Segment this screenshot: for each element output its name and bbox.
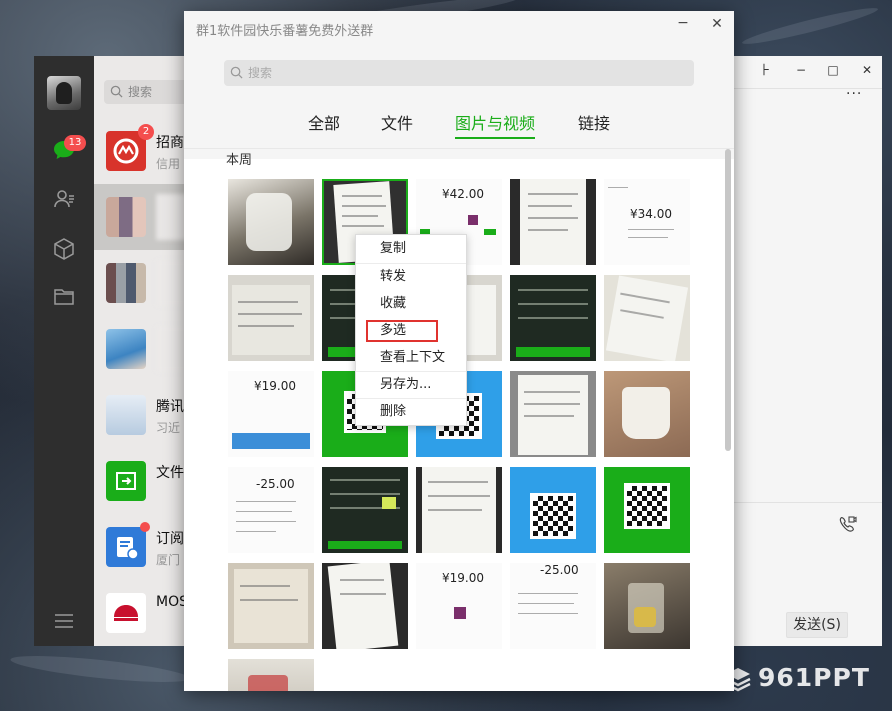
tab-files[interactable]: 文件 <box>381 110 413 137</box>
media-thumbnail[interactable]: -25.00 <box>510 563 596 649</box>
popup-header: 群1软件园快乐番薯免费外送群 − ✕ 搜索 全部 文件 图片与视频 链接 <box>184 11 734 159</box>
tabs-divider <box>184 148 734 149</box>
tab-all[interactable]: 全部 <box>308 110 340 137</box>
menu-item-delete[interactable]: 删除 <box>356 399 466 425</box>
media-thumbnail[interactable] <box>228 179 314 265</box>
video-call-icon[interactable] <box>838 515 858 533</box>
maximize-button[interactable]: □ <box>822 60 844 80</box>
file-transfer-avatar <box>106 461 146 501</box>
close-button[interactable]: ✕ <box>856 60 878 80</box>
chat-avatar <box>106 329 146 369</box>
section-this-week: 本周 <box>226 153 253 168</box>
popup-title: 群1软件园快乐番薯免费外送群 <box>196 24 374 39</box>
menu-item-copy[interactable]: 复制 <box>356 236 466 262</box>
media-thumbnail[interactable] <box>510 275 596 361</box>
thumb-amount: -25.00 <box>540 563 579 577</box>
menu-item-forward[interactable]: 转发 <box>356 264 466 290</box>
chat-name: 招商 <box>156 135 184 151</box>
media-thumbnail[interactable] <box>604 371 690 457</box>
chat-preview: 厦门 <box>156 553 181 567</box>
mos-burger-avatar <box>106 593 146 633</box>
context-menu: 复制 转发 收藏 多选 查看上下文 另存为... 删除 <box>355 234 467 426</box>
media-thumbnail[interactable] <box>322 467 408 553</box>
thumb-amount: -25.00 <box>256 477 295 491</box>
search-icon <box>230 66 243 79</box>
popup-close-button[interactable]: ✕ <box>706 14 728 36</box>
media-thumbnail[interactable] <box>604 563 690 649</box>
folder-icon[interactable] <box>52 285 76 309</box>
backdrop-streak <box>740 3 880 49</box>
media-thumbnail[interactable]: ¥34.00 <box>604 179 690 265</box>
menu-item-multi-select[interactable]: 多选 <box>356 318 466 344</box>
chat-preview: 习近 <box>156 421 181 435</box>
media-thumbnail[interactable] <box>510 371 596 457</box>
media-thumbnail[interactable] <box>510 467 596 553</box>
minimize-button[interactable]: − <box>790 60 812 80</box>
media-thumbnail[interactable] <box>322 563 408 649</box>
tab-images-videos[interactable]: 图片与视频 <box>455 110 536 139</box>
thumb-amount: ¥19.00 <box>254 379 296 393</box>
media-thumbnail[interactable] <box>510 179 596 265</box>
media-thumbnail[interactable] <box>228 275 314 361</box>
chat-name: 文件 <box>156 465 184 481</box>
watermark-text: 961PPT <box>758 663 870 692</box>
unread-badge: 13 <box>64 135 86 151</box>
history-search-input[interactable]: 搜索 <box>224 60 694 86</box>
menu-item-favorite[interactable]: 收藏 <box>356 291 466 317</box>
media-thumbnail[interactable] <box>416 467 502 553</box>
popup-minimize-button[interactable]: − <box>672 13 694 35</box>
subscription-avatar <box>106 527 146 567</box>
chat-dot-badge <box>140 522 150 532</box>
compose-area[interactable]: 发送(S) <box>734 502 882 646</box>
thumb-amount: ¥42.00 <box>442 187 484 201</box>
group-avatar <box>106 263 146 303</box>
media-thumbnail[interactable] <box>228 659 314 691</box>
file-transfer-icon <box>116 472 136 490</box>
chat-name: 订阅 <box>156 531 184 547</box>
media-thumbnail[interactable] <box>228 563 314 649</box>
chat-preview: 信用 <box>156 157 181 171</box>
chat-avatar-tencent <box>106 395 146 435</box>
cube-icon[interactable] <box>52 237 76 261</box>
tab-links[interactable]: 链接 <box>578 110 610 137</box>
watermark: 961PPT <box>724 660 884 696</box>
more-options-button[interactable]: ··· <box>846 86 862 102</box>
menu-icon[interactable] <box>52 609 76 633</box>
group-avatar <box>106 197 146 237</box>
media-thumbnail[interactable]: ¥19.00 <box>416 563 502 649</box>
media-thumbnail[interactable] <box>604 275 690 361</box>
history-search-placeholder: 搜索 <box>248 66 273 80</box>
menu-item-view-context[interactable]: 查看上下文 <box>356 345 466 371</box>
chat-search-placeholder: 搜索 <box>128 85 153 99</box>
contacts-icon[interactable] <box>52 187 76 211</box>
media-thumbnail[interactable]: ¥19.00 <box>228 371 314 457</box>
media-thumbnail[interactable] <box>604 467 690 553</box>
mos-burger-logo-icon <box>114 605 138 621</box>
search-icon <box>110 85 123 98</box>
chat-unread-badge: 2 <box>138 124 154 140</box>
nav-rail: 13 <box>34 56 94 646</box>
thumb-amount: ¥19.00 <box>442 571 484 585</box>
media-thumbnail[interactable]: -25.00 <box>228 467 314 553</box>
thumb-amount: ¥34.00 <box>630 207 672 221</box>
chat-name: 腾讯 <box>156 399 184 415</box>
subscription-icon <box>117 537 139 560</box>
scrollbar[interactable] <box>725 149 731 451</box>
backdrop-streak <box>9 650 191 688</box>
my-avatar[interactable] <box>47 76 81 110</box>
chat-panel: ⺊ − □ ✕ ··· 发送(S) <box>734 56 882 646</box>
pin-button[interactable]: ⺊ <box>754 60 776 80</box>
menu-item-save-as[interactable]: 另存为... <box>356 372 466 398</box>
send-button[interactable]: 发送(S) <box>786 612 848 638</box>
